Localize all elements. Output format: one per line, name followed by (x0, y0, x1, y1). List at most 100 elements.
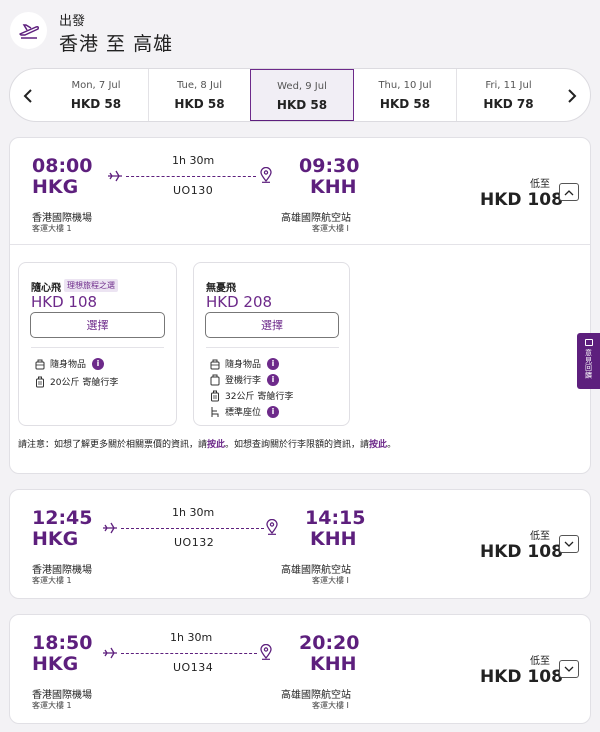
date-tab-0[interactable]: Mon, 7 Jul HKD 58 (44, 69, 148, 121)
collapse-button[interactable] (559, 183, 579, 201)
arrival-code: KHH (310, 653, 357, 675)
departure-plane-icon (10, 12, 47, 49)
date-price: HKD 58 (379, 97, 431, 111)
feature-text: 登機行李 (225, 376, 262, 386)
feature-carry-on: 隨身物品 i (34, 357, 105, 370)
expand-button[interactable] (559, 660, 579, 678)
arrival-time: 20:20 (299, 632, 360, 654)
from-label: 低至 (530, 179, 550, 190)
checked-bag-icon (209, 390, 221, 402)
expand-button[interactable] (559, 535, 579, 553)
notice-text: 。如想查詢關於行李限額的資訊，請 (225, 440, 370, 450)
feature-carry-on: 隨身物品 i (209, 357, 280, 370)
plane-icon (108, 170, 122, 182)
arrival-time: 14:15 (305, 507, 366, 529)
date-tab-3[interactable]: Thu, 10 Jul HKD 58 (354, 69, 456, 121)
prev-dates-button[interactable] (12, 69, 44, 121)
notice-text: 。 (387, 440, 397, 450)
departure-airport: 香港國際機場 (32, 565, 92, 576)
date-label: Mon, 7 Jul (71, 80, 121, 91)
chevron-right-icon (568, 89, 577, 103)
feature-checked-bag: 20公斤 寄艙行李 (34, 375, 118, 388)
date-tab-1[interactable]: Tue, 8 Jul HKD 58 (148, 69, 250, 121)
date-tab-4[interactable]: Fri, 11 Jul HKD 78 (456, 69, 560, 121)
date-tab-2-selected[interactable]: Wed, 9 Jul HKD 58 (250, 69, 354, 121)
info-icon[interactable]: i (92, 357, 105, 370)
fare-name: 無憂飛 (206, 283, 236, 294)
info-icon[interactable]: i (267, 373, 280, 386)
feedback-tab[interactable]: 意見回饋 (577, 333, 600, 389)
fare-name: 隨心飛 (31, 283, 61, 294)
baggage-info-link[interactable]: 按此 (369, 440, 387, 450)
flight-number: UO134 (173, 661, 214, 674)
date-price: HKD 58 (174, 97, 225, 111)
feature-text: 隨身物品 (225, 360, 262, 370)
arrival-airport: 高雄國際航空站 (281, 213, 351, 224)
feedback-icon (584, 339, 593, 346)
arrival-code: KHH (310, 528, 357, 550)
departure-terminal: 客運大樓 1 (32, 224, 72, 233)
flight-duration: 1h 30m (172, 154, 215, 167)
feature-cabin-bag: 登機行李 i (209, 373, 280, 386)
date-selector: Mon, 7 Jul HKD 58 Tue, 8 Jul HKD 58 Wed,… (9, 68, 591, 122)
date-label: Tue, 8 Jul (176, 80, 223, 91)
route-line (121, 528, 264, 529)
fare-price: HKD 208 (206, 293, 273, 311)
fare-divider (31, 347, 164, 348)
arrival-code: KHH (310, 176, 357, 198)
arrival-time: 09:30 (299, 155, 360, 177)
arrival-terminal: 客運大樓 I (312, 224, 349, 233)
next-dates-button[interactable] (556, 69, 588, 121)
chevron-down-icon (564, 541, 574, 547)
flight-number: UO132 (174, 536, 215, 549)
fare-option-flex: 隨心飛 理想旅程之選 HKD 108 選擇 隨身物品 i 20公斤 寄艙行李 (18, 262, 177, 426)
carry-on-bag-icon (34, 358, 46, 370)
carry-on-bag-icon (209, 358, 221, 370)
select-fare-button[interactable]: 選擇 (30, 312, 165, 338)
location-pin-icon (260, 167, 272, 183)
arrival-terminal: 客運大樓 I (312, 576, 349, 585)
location-pin-icon (260, 644, 272, 660)
date-price: HKD 78 (483, 97, 534, 111)
card-divider (10, 244, 590, 245)
info-icon[interactable]: i (267, 357, 280, 370)
page-header: 出發 香港 至 高雄 (0, 0, 600, 62)
notice-text: 請注意：如想了解更多關於相關票價的資訊，請 (18, 440, 208, 450)
chevron-down-icon (564, 666, 574, 672)
fare-price: HKD 108 (31, 293, 98, 311)
departure-airport: 香港國際機場 (32, 690, 92, 701)
flight-card: 08:00 HKG 1h 30m UO130 09:30 KHH 香港國際機場 … (9, 137, 591, 474)
feature-seat: 標準座位 i (209, 405, 280, 418)
feedback-label: 意見回饋 (584, 349, 593, 379)
arrival-terminal: 客運大樓 I (312, 701, 349, 710)
flight-card: 12:45 HKG 1h 30m UO132 14:15 KHH 香港國際機場 … (9, 489, 591, 599)
select-fare-button[interactable]: 選擇 (205, 312, 339, 338)
departure-time: 08:00 (32, 155, 93, 177)
info-icon[interactable]: i (267, 405, 280, 418)
lowest-price: HKD 108 (480, 667, 563, 687)
from-label: 低至 (530, 531, 550, 542)
date-price: HKD 58 (276, 98, 328, 112)
departure-airport: 香港國際機場 (32, 213, 92, 224)
lowest-price: HKD 108 (480, 190, 563, 210)
departure-time: 12:45 (32, 507, 93, 529)
route-title: 香港 至 高雄 (59, 33, 174, 55)
flight-duration: 1h 30m (172, 506, 215, 519)
feature-text: 標準座位 (225, 408, 262, 418)
date-label: Wed, 9 Jul (277, 81, 327, 92)
chevron-left-icon (23, 89, 32, 103)
fare-info-link[interactable]: 按此 (207, 440, 225, 450)
fare-notice: 請注意：如想了解更多關於相關票價的資訊，請按此。如想查詢關於行李限額的資訊，請按… (18, 437, 396, 450)
route-line (126, 176, 256, 177)
plane-icon (103, 647, 117, 659)
route-line (121, 653, 257, 654)
departure-terminal: 客運大樓 1 (32, 701, 72, 710)
arrival-airport: 高雄國際航空站 (281, 690, 351, 701)
date-label: Thu, 10 Jul (378, 80, 432, 91)
feature-text: 32公斤 寄艙行李 (225, 392, 294, 402)
feature-text: 隨身物品 (50, 360, 87, 370)
flight-duration: 1h 30m (170, 631, 213, 644)
direction-label: 出發 (59, 14, 86, 29)
flight-number: UO130 (173, 184, 214, 197)
date-label: Fri, 11 Jul (485, 80, 532, 91)
